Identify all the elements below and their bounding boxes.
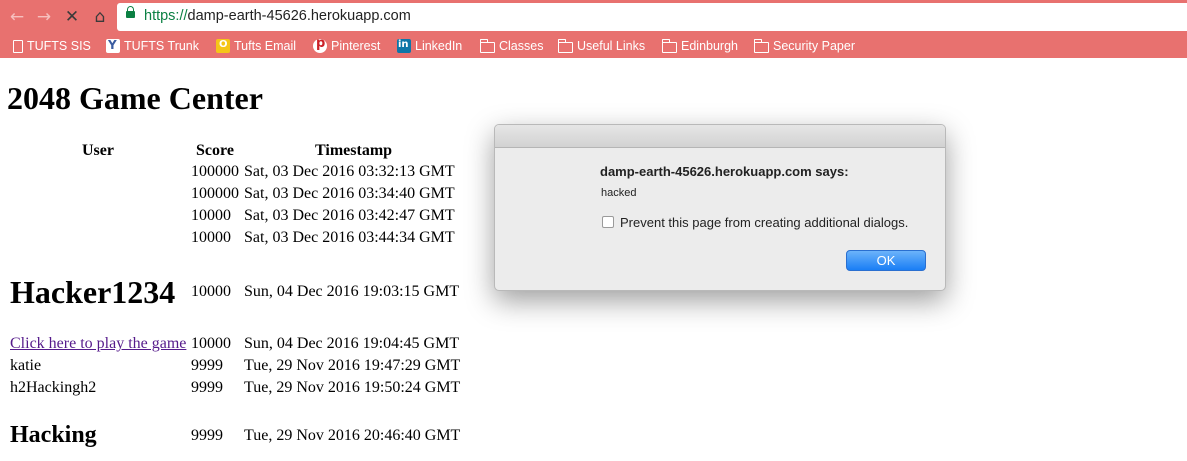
user-cell: h2Hackingh2 [10, 379, 97, 396]
bookmark-label: Security Paper [773, 39, 855, 53]
bookmark-folder-edinburgh[interactable]: Edinburgh [662, 37, 738, 55]
bookmark-label: Classes [499, 39, 544, 53]
prevent-dialogs-label[interactable]: Prevent this page from creating addition… [620, 215, 908, 230]
play-game-link[interactable]: Click here to play the game [10, 335, 186, 353]
timestamp-cell: Tue, 29 Nov 2016 20:46:40 GMT [244, 427, 461, 444]
dialog-message: hacked [601, 187, 637, 199]
folder-icon [480, 38, 495, 53]
page-title: 2048 Game Center [7, 80, 263, 116]
timestamp-cell: Sat, 03 Dec 2016 03:34:40 GMT [244, 185, 455, 202]
user-cell: katie [10, 357, 42, 374]
bookmark-label: Pinterest [331, 39, 381, 53]
timestamp-cell: Tue, 29 Nov 2016 19:50:24 GMT [244, 379, 461, 396]
bookmark-label: Useful Links [577, 39, 646, 53]
bookmark-linkedin[interactable]: LinkedIn [397, 37, 462, 55]
score-cell: 100000 [191, 163, 239, 180]
prevent-dialogs-checkbox[interactable] [602, 216, 614, 228]
bookmark-tufts-email[interactable]: Tufts Email [216, 37, 296, 55]
bookmark-tufts-trunk[interactable]: TUFTS Trunk [106, 37, 199, 55]
score-cell: 10000 [191, 207, 231, 224]
home-icon[interactable]: ⌂ [89, 6, 111, 28]
folder-icon [754, 38, 769, 53]
bookmark-folder-security-paper[interactable]: Security Paper [754, 37, 855, 55]
bookmark-label: LinkedIn [415, 39, 463, 53]
forward-arrow-icon[interactable]: → [33, 6, 55, 28]
score-cell: 100000 [191, 185, 239, 202]
bookmark-label: TUFTS Trunk [124, 39, 200, 53]
stop-loading-icon[interactable]: ✕ [61, 6, 83, 28]
lock-icon [126, 6, 135, 18]
bookmarks-bar: TUFTS SIS TUFTS Trunk Tufts Email Pinter… [0, 34, 1187, 58]
linkedin-icon [397, 39, 411, 53]
dialog-titlebar[interactable] [495, 125, 945, 148]
column-header-timestamp: Timestamp [315, 142, 393, 159]
score-cell: 10000 [191, 229, 231, 246]
bookmark-folder-classes[interactable]: Classes [480, 37, 543, 55]
bookmark-label: TUFTS SIS [27, 39, 91, 53]
back-arrow-icon[interactable]: ← [6, 6, 28, 28]
bookmark-tufts-sis[interactable]: TUFTS SIS [13, 37, 91, 55]
score-cell: 10000 [191, 283, 231, 300]
column-header-user: User [82, 142, 114, 159]
column-header-score: Score [196, 142, 234, 159]
bookmark-pinterest[interactable]: Pinterest [313, 36, 381, 55]
timestamp-cell: Sat, 03 Dec 2016 03:42:47 GMT [244, 207, 455, 224]
url-scheme: https:// [144, 8, 188, 24]
folder-icon [662, 38, 677, 53]
score-cell: 10000 [191, 335, 231, 352]
trunk-icon [106, 38, 120, 53]
browser-toolbar: ← → ✕ ⌂ https://damp-earth-45626.herokua… [0, 0, 1187, 34]
address-bar[interactable]: https://damp-earth-45626.herokuapp.com [117, 3, 1187, 31]
timestamp-cell: Sat, 03 Dec 2016 03:32:13 GMT [244, 163, 455, 180]
outlook-icon [216, 39, 230, 53]
pinterest-icon [313, 36, 327, 53]
ok-button[interactable]: OK [846, 250, 926, 271]
bookmark-folder-useful-links[interactable]: Useful Links [558, 37, 645, 55]
document-icon [13, 39, 23, 53]
score-cell: 9999 [191, 379, 223, 396]
alert-dialog: damp-earth-45626.herokuapp.com says: hac… [494, 124, 946, 291]
score-cell: 9999 [191, 427, 223, 444]
timestamp-cell: Sun, 04 Dec 2016 19:04:45 GMT [244, 335, 460, 352]
timestamp-cell: Sat, 03 Dec 2016 03:44:34 GMT [244, 229, 455, 246]
url-text: https://damp-earth-45626.herokuapp.com [144, 8, 411, 24]
score-cell: 9999 [191, 357, 223, 374]
user-cell: Hacking [10, 422, 97, 448]
folder-icon [558, 38, 573, 53]
user-cell: Hacker1234 [10, 274, 176, 310]
timestamp-cell: Sun, 04 Dec 2016 19:03:15 GMT [244, 283, 460, 300]
timestamp-cell: Tue, 29 Nov 2016 19:47:29 GMT [244, 357, 461, 374]
bookmark-label: Edinburgh [681, 39, 738, 53]
url-host: damp-earth-45626.herokuapp.com [187, 8, 411, 24]
dialog-title: damp-earth-45626.herokuapp.com says: [600, 164, 849, 179]
bookmark-label: Tufts Email [234, 39, 297, 53]
